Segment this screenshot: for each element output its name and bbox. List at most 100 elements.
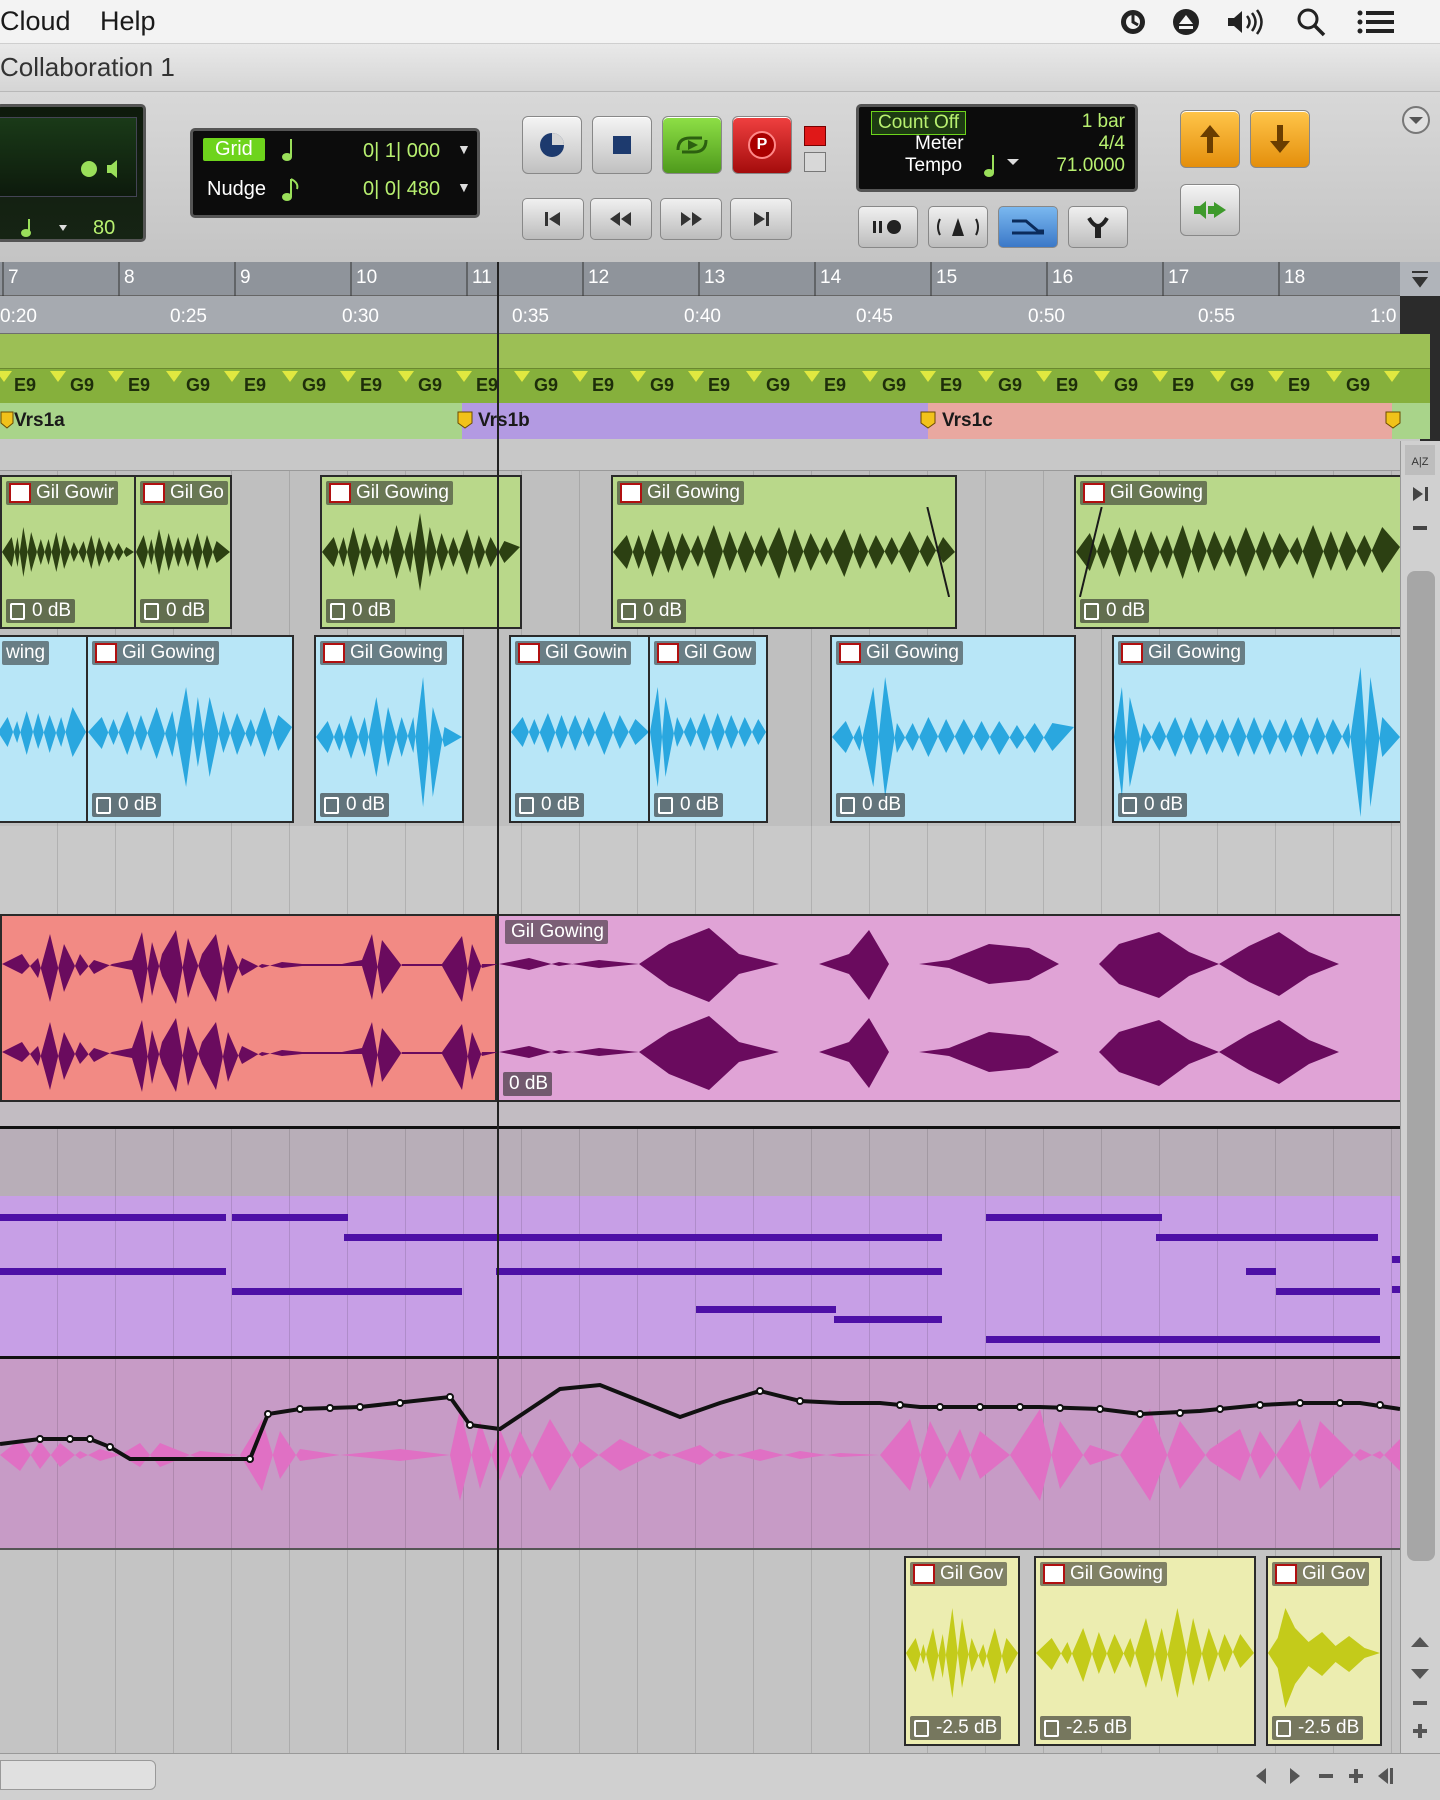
clip-gain[interactable]: -2.5 dB <box>1272 1716 1364 1740</box>
audio-clip[interactable]: Gil Go 0 dB <box>134 475 232 629</box>
count-off-toggle[interactable]: Count Off <box>871 111 966 135</box>
chord-ruler[interactable]: E9 G9 E9 G9 E9 G9 E9 G9 E9 G9 E9 G9 E9 G… <box>0 369 1430 403</box>
search-icon[interactable] <box>1296 7 1326 37</box>
grid-dropdown-icon[interactable]: ▼ <box>457 141 471 157</box>
clip-gain[interactable]: 0 dB <box>92 793 162 817</box>
scroll-left-icon[interactable] <box>1248 1762 1276 1790</box>
clip-gain[interactable]: 0 dB <box>617 599 687 623</box>
chord-label[interactable]: E9 <box>244 375 266 396</box>
chord-label[interactable]: G9 <box>1114 375 1138 396</box>
sort-az-icon[interactable]: A|Z <box>1405 445 1435 475</box>
chord-label[interactable]: G9 <box>882 375 906 396</box>
note-value-icon[interactable] <box>0 215 79 239</box>
ruler-expand-icon[interactable] <box>1400 262 1440 296</box>
audio-clip[interactable]: Gil Gowir 0 dB <box>0 475 136 629</box>
audio-clip[interactable]: Gil Gowin 0 dB <box>509 635 651 823</box>
vertical-scrollbar[interactable]: A|Z <box>1400 441 1440 1753</box>
rewind-button[interactable] <box>590 198 652 240</box>
zoom-out-vertical-icon[interactable] <box>1405 1691 1435 1715</box>
wait-for-note-button[interactable] <box>858 206 918 248</box>
scroll-down-icon[interactable] <box>1405 1661 1435 1685</box>
record-indicator[interactable] <box>804 126 826 146</box>
midi-merge-button[interactable] <box>998 206 1058 248</box>
midi-thru-button[interactable] <box>1068 206 1128 248</box>
chord-label[interactable]: G9 <box>186 375 210 396</box>
chord-label[interactable]: G9 <box>302 375 326 396</box>
tempo-note-icon[interactable] <box>983 153 1023 179</box>
eject-icon[interactable] <box>1171 7 1201 37</box>
stop-button[interactable] <box>592 116 652 174</box>
zoom-in-horizontal-icon[interactable] <box>1342 1762 1370 1790</box>
chord-label[interactable]: E9 <box>824 375 846 396</box>
chord-label[interactable]: E9 <box>708 375 730 396</box>
tempo-value[interactable]: 71.0000 <box>1056 155 1125 177</box>
record-button[interactable]: P <box>732 116 792 174</box>
audio-automation-track[interactable] <box>0 1356 1400 1548</box>
marker-icon[interactable] <box>920 411 936 429</box>
chord-label[interactable]: E9 <box>1056 375 1078 396</box>
chord-label[interactable]: G9 <box>534 375 558 396</box>
vertical-scroll-thumb[interactable] <box>1407 571 1435 1561</box>
return-to-zero-button[interactable] <box>522 198 584 240</box>
marker-label[interactable]: Vrs1c <box>942 410 993 432</box>
empty-track[interactable] <box>0 826 1400 914</box>
speaker-icon[interactable] <box>79 157 129 181</box>
empty-track[interactable] <box>0 1126 1400 1196</box>
audio-clip[interactable]: Gil Gowing 0 dB <box>314 635 464 823</box>
menu-cloud[interactable]: Cloud <box>0 6 71 37</box>
marker-icon[interactable] <box>1385 411 1401 429</box>
chord-label[interactable]: E9 <box>940 375 962 396</box>
nudge-up-button[interactable] <box>1180 110 1240 168</box>
clip-gain[interactable]: 0 dB <box>326 599 396 623</box>
chord-label[interactable]: G9 <box>766 375 790 396</box>
clip-gain[interactable]: -2.5 dB <box>910 1716 1002 1740</box>
audio-clip[interactable]: Gil Gov -2.5 dB <box>1266 1556 1382 1746</box>
audio-track-2[interactable]: wing Gil Gowing 0 dB Gil Gowing 0 dB Gil… <box>0 631 1400 826</box>
metronome-button[interactable] <box>928 206 988 248</box>
sync-status-icon[interactable] <box>1118 7 1148 37</box>
audio-track-1[interactable]: Gil Gowir 0 dB Gil Go 0 dB Gil Gowing 0 … <box>0 471 1400 631</box>
audio-clip[interactable]: Gil Gowing 0 dB <box>497 914 1400 1102</box>
automation-line[interactable] <box>0 1359 1400 1548</box>
marker-icon[interactable] <box>457 411 473 429</box>
audio-clip-selected[interactable] <box>0 914 499 1102</box>
midi-notes[interactable] <box>0 1196 1400 1356</box>
playhead-cursor[interactable] <box>497 262 499 1750</box>
chord-label[interactable]: E9 <box>1288 375 1310 396</box>
clip-gain[interactable]: 0 dB <box>503 1072 553 1096</box>
audio-clip[interactable]: Gil Gowing 0 dB <box>830 635 1076 823</box>
horizontal-scrollbar[interactable] <box>0 1753 1440 1800</box>
scroll-right-icon[interactable] <box>1280 1762 1308 1790</box>
nudge-dropdown-icon[interactable]: ▼ <box>457 179 471 195</box>
chord-label[interactable]: E9 <box>476 375 498 396</box>
list-menu-icon[interactable] <box>1356 7 1396 37</box>
audio-track-6[interactable]: Gil Gov -2.5 dB Gil Gowing -2.5 dB Gil G… <box>0 1548 1400 1753</box>
grid-value[interactable]: 0| 1| 000 <box>363 140 440 163</box>
midi-track[interactable] <box>0 1196 1400 1356</box>
marker-label[interactable]: Vrs1a <box>14 410 65 432</box>
marker-label[interactable]: Vrs1b <box>478 410 530 432</box>
meter-value[interactable]: 4/4 <box>1099 133 1125 155</box>
collapse-icon[interactable] <box>1405 513 1435 543</box>
nudge-value[interactable]: 0| 0| 480 <box>363 178 440 201</box>
horizontal-scroll-thumb[interactable] <box>0 1760 156 1790</box>
clip-gain[interactable]: 0 dB <box>654 793 724 817</box>
go-to-end-button[interactable] <box>730 198 792 240</box>
quickpunch-indicator[interactable] <box>804 152 826 172</box>
expand-right-icon[interactable] <box>1405 479 1435 509</box>
bars-beats-ruler[interactable]: 7 8 9 10 11 12 13 14 15 16 17 18 <box>0 262 1400 296</box>
chord-label[interactable]: G9 <box>998 375 1022 396</box>
chord-label[interactable]: G9 <box>1346 375 1370 396</box>
audio-clip[interactable]: Gil Gowing -2.5 dB <box>1034 1556 1256 1746</box>
chord-label[interactable]: G9 <box>1230 375 1254 396</box>
chord-label[interactable]: E9 <box>14 375 36 396</box>
clip-gain[interactable]: 0 dB <box>6 599 76 623</box>
markers-ruler[interactable]: Vrs1a Vrs1b Vrs1c <box>0 403 1430 439</box>
audio-clip[interactable]: Gil Gow 0 dB <box>648 635 768 823</box>
marker-icon[interactable] <box>0 411 14 429</box>
clip-gain[interactable]: 0 dB <box>320 793 390 817</box>
audio-clip[interactable]: Gil Gowing 0 dB <box>86 635 294 823</box>
nudge-down-button[interactable] <box>1250 110 1310 168</box>
fast-forward-button[interactable] <box>660 198 722 240</box>
chord-label[interactable]: E9 <box>1172 375 1194 396</box>
